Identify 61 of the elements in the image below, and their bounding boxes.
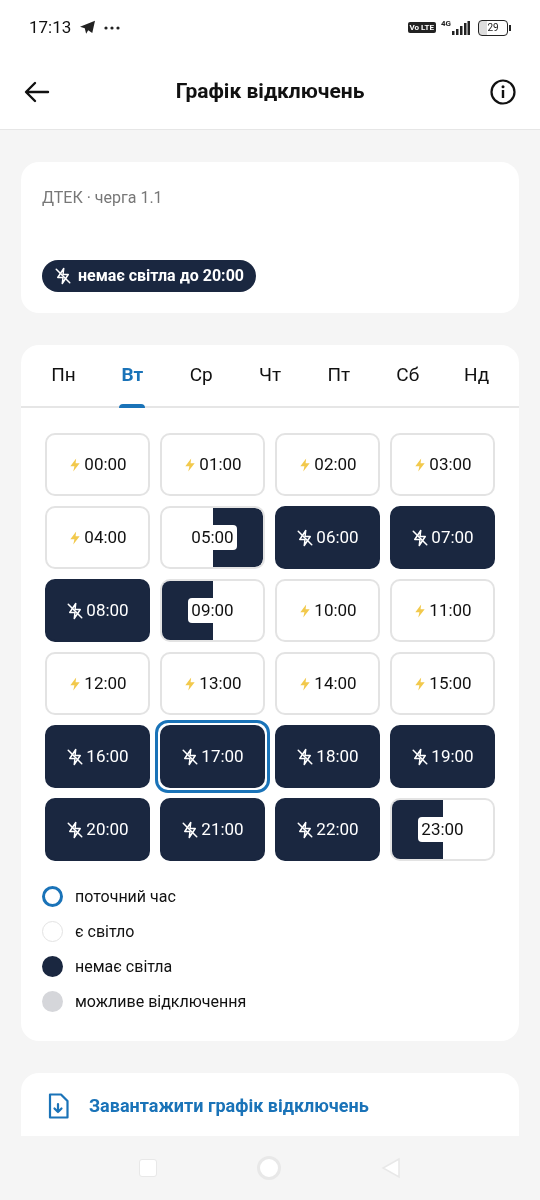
day-tab[interactable]: Вт [97, 345, 167, 406]
day-tab[interactable]: Пн [29, 345, 98, 406]
battery-indicator: 29 [478, 19, 508, 36]
back-arrow-icon[interactable] [24, 81, 50, 103]
hour-slot[interactable]: 01:00 [160, 433, 265, 496]
more-icon [104, 25, 121, 30]
hour-slot[interactable]: 12:00 [45, 652, 150, 715]
hour-slot[interactable]: 06:00 [275, 506, 380, 569]
file-download-icon [47, 1092, 69, 1119]
hour-slot[interactable]: 10:00 [275, 579, 380, 642]
hour-slot[interactable]: 08:00 [45, 579, 150, 642]
hour-slot[interactable]: 04:00 [45, 506, 150, 569]
no-power-icon [296, 528, 315, 547]
network-type: 4G [440, 18, 451, 30]
no-power-icon [66, 820, 85, 839]
hour-slot[interactable]: 14:00 [275, 652, 380, 715]
no-power-icon [181, 820, 200, 839]
hour-slot[interactable]: 11:00 [390, 579, 495, 642]
volte-badge: Vo LTE [407, 22, 436, 33]
no-power-icon [296, 747, 315, 766]
hour-slot[interactable]: 20:00 [45, 798, 150, 861]
hour-slot[interactable]: 17:00 [160, 725, 265, 788]
download-link[interactable]: Завантажити графік відключень [89, 1092, 369, 1119]
status-badge: немає світла до 20:00 [42, 260, 256, 292]
hour-slot[interactable]: 07:00 [390, 506, 495, 569]
download-card[interactable]: Завантажити графік відключень [21, 1073, 519, 1138]
day-tab[interactable]: Нд [442, 345, 511, 406]
hour-slot[interactable]: 18:00 [275, 725, 380, 788]
hour-slot[interactable]: 23:00 [390, 798, 495, 861]
legend-label: можливе відключення [75, 990, 247, 1013]
legend-label: немає світла [75, 955, 173, 978]
day-tab[interactable]: Пт [304, 345, 374, 406]
hour-slot[interactable]: 19:00 [390, 725, 495, 788]
hour-slot[interactable]: 00:00 [45, 433, 150, 496]
provider-queue: ДТЕК · черга 1.1 [42, 187, 164, 209]
no-power-icon [181, 747, 200, 766]
no-power-icon [66, 747, 85, 766]
hour-slot[interactable]: 21:00 [160, 798, 265, 861]
hour-slot[interactable]: 02:00 [275, 433, 380, 496]
info-icon[interactable] [490, 79, 516, 105]
status-time: 17:13 [29, 15, 72, 39]
no-power-icon [296, 820, 315, 839]
day-tab[interactable]: Сб [373, 345, 443, 406]
day-tab[interactable]: Чт [235, 345, 305, 406]
paper-plane-icon [79, 20, 97, 35]
hour-slot[interactable]: 22:00 [275, 798, 380, 861]
legend-label: є світло [75, 920, 135, 943]
signal-icon [452, 20, 470, 35]
hour-slot[interactable]: 16:00 [45, 725, 150, 788]
screen-title: Графік відключень [174, 78, 366, 106]
no-power-icon [411, 747, 430, 766]
hour-slot[interactable]: 15:00 [390, 652, 495, 715]
hour-slot[interactable]: 03:00 [390, 433, 495, 496]
hour-slot[interactable]: 09:00 [160, 579, 265, 642]
hour-slot[interactable]: 05:00 [160, 506, 265, 569]
day-tab[interactable]: Ср [166, 345, 236, 406]
no-power-icon [54, 267, 72, 285]
no-power-icon [411, 528, 430, 547]
legend-label: поточний час [75, 885, 176, 908]
no-power-icon [66, 601, 85, 620]
hour-slot[interactable]: 13:00 [160, 652, 265, 715]
